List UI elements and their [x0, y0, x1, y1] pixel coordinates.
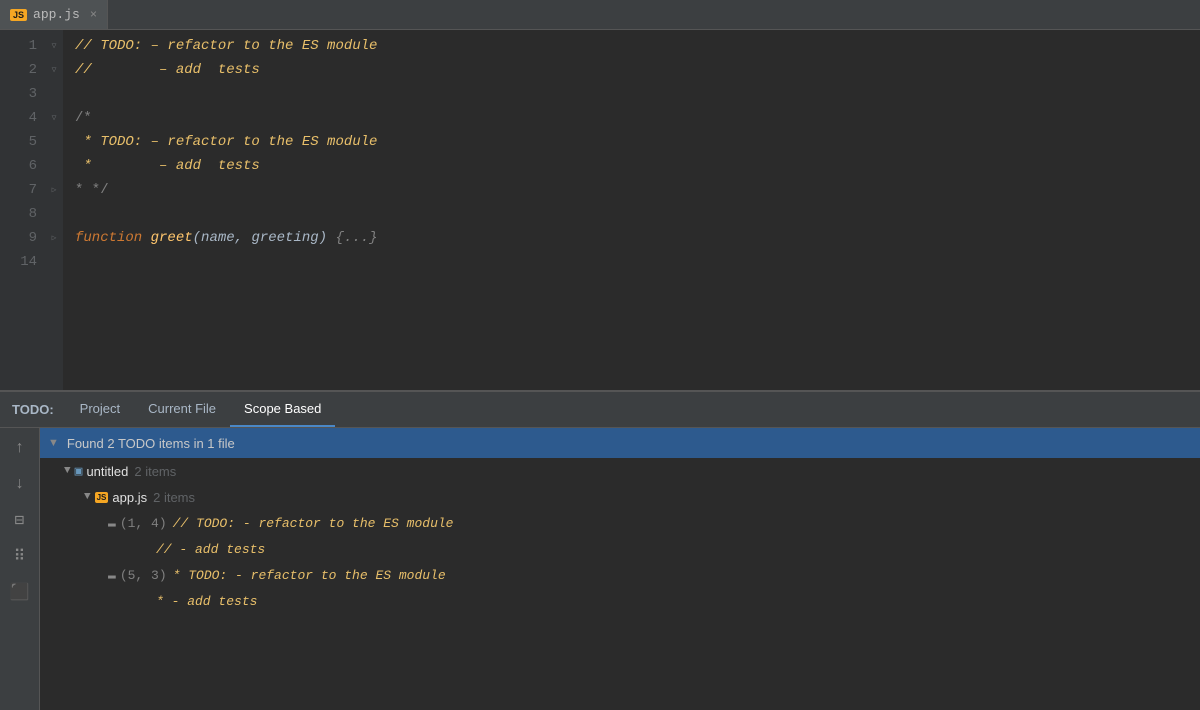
todo-item-1-subtext: // - add tests [156, 542, 265, 557]
file-row[interactable]: ▼ JS app.js 2 items [40, 484, 1200, 510]
file-js-icon: JS [95, 492, 109, 503]
line-numbers: 1 2 3 4 5 6 7 8 9 14 [0, 30, 45, 390]
tab-bar: JS app.js × [0, 0, 1200, 30]
code-line-9: function greet (name, greeting) {...} [75, 226, 1200, 250]
fold-marker-6 [48, 154, 60, 178]
editor-tab[interactable]: JS app.js × [0, 0, 108, 29]
code-container: 1 2 3 4 5 6 7 8 9 14 // TODO: – refactor [0, 30, 1200, 390]
folder-count: 2 items [134, 464, 176, 479]
tab-scope-based[interactable]: Scope Based [230, 392, 335, 427]
location-1: (1, 4) [120, 516, 167, 531]
code-line-14 [75, 250, 1200, 274]
location-2: (5, 3) [120, 568, 167, 583]
fold-marker-5 [48, 130, 60, 154]
fold-marker-9[interactable] [48, 226, 60, 250]
doc-icon-2: ▬ [108, 568, 116, 583]
todo-item-2-line2[interactable]: * - add tests [40, 588, 1200, 614]
fold-marker-14 [48, 250, 60, 274]
editor-area: 1 2 3 4 5 6 7 8 9 14 // TODO: – refactor [0, 30, 1200, 390]
fold-marker-8 [48, 202, 60, 226]
todo-label: TODO: [0, 402, 66, 417]
todo-item-2-text: * TODO: - refactor to the ES module [173, 568, 446, 583]
grid-icon[interactable]: ⠿ [8, 544, 32, 568]
folder-row[interactable]: ▼ ▣ untitled 2 items [40, 458, 1200, 484]
file-count: 2 items [153, 490, 195, 505]
code-line-1: // TODO: – refactor to the ES module [75, 34, 1200, 58]
todo-item-2-subtext: * - add tests [156, 594, 257, 609]
todo-content: ↑ ↓ ⊟ ⠿ ⬛ ▼ Found 2 TODO items in 1 file… [0, 428, 1200, 710]
code-line-8 [75, 202, 1200, 226]
code-line-6: * – add tests [75, 154, 1200, 178]
code-line-2: // – add tests [75, 58, 1200, 82]
todo-sidebar: ↑ ↓ ⊟ ⠿ ⬛ [0, 428, 40, 710]
code-line-4: /* [75, 106, 1200, 130]
filter-icon[interactable]: ⊟ [8, 508, 32, 532]
folder-arrow: ▼ [64, 465, 71, 477]
fold-marker-1[interactable] [48, 34, 60, 58]
todo-item-1-line2[interactable]: // - add tests [40, 536, 1200, 562]
todo-item-1-text: // TODO: - refactor to the ES module [173, 516, 454, 531]
doc-icon-1: ▬ [108, 516, 116, 531]
todo-panel: TODO: Project Current File Scope Based ↑… [0, 390, 1200, 710]
scroll-down-icon[interactable]: ↓ [8, 472, 32, 496]
found-items-row[interactable]: ▼ Found 2 TODO items in 1 file [40, 428, 1200, 458]
fold-marker-3 [48, 82, 60, 106]
code-line-7: * */ [75, 178, 1200, 202]
found-arrow: ▼ [48, 437, 59, 449]
todo-item-1-line1[interactable]: ▬ (1, 4) // TODO: - refactor to the ES m… [40, 510, 1200, 536]
tab-current-file[interactable]: Current File [134, 392, 230, 427]
todo-tree: ▼ Found 2 TODO items in 1 file ▼ ▣ untit… [40, 428, 1200, 710]
code-line-5: * TODO: – refactor to the ES module [75, 130, 1200, 154]
panel-icon[interactable]: ⬛ [8, 580, 32, 604]
fold-marker-2[interactable] [48, 58, 60, 82]
found-text: Found 2 TODO items in 1 file [67, 436, 235, 451]
js-icon: JS [10, 9, 27, 21]
tab-filename: app.js [33, 7, 80, 22]
code-lines: // TODO: – refactor to the ES module // … [63, 30, 1200, 390]
folder-icon: ▣ [75, 464, 83, 479]
todo-tabs-bar: TODO: Project Current File Scope Based [0, 392, 1200, 428]
code-line-3 [75, 82, 1200, 106]
file-name: app.js [112, 490, 147, 505]
scroll-up-icon[interactable]: ↑ [8, 436, 32, 460]
folder-name: untitled [86, 464, 128, 479]
tab-project[interactable]: Project [66, 392, 134, 427]
fold-marker-7[interactable] [48, 178, 60, 202]
tab-close-button[interactable]: × [90, 8, 97, 22]
fold-gutter [45, 30, 63, 390]
fold-marker-4[interactable] [48, 106, 60, 130]
file-arrow: ▼ [84, 491, 91, 503]
todo-item-2-line1[interactable]: ▬ (5, 3) * TODO: - refactor to the ES mo… [40, 562, 1200, 588]
